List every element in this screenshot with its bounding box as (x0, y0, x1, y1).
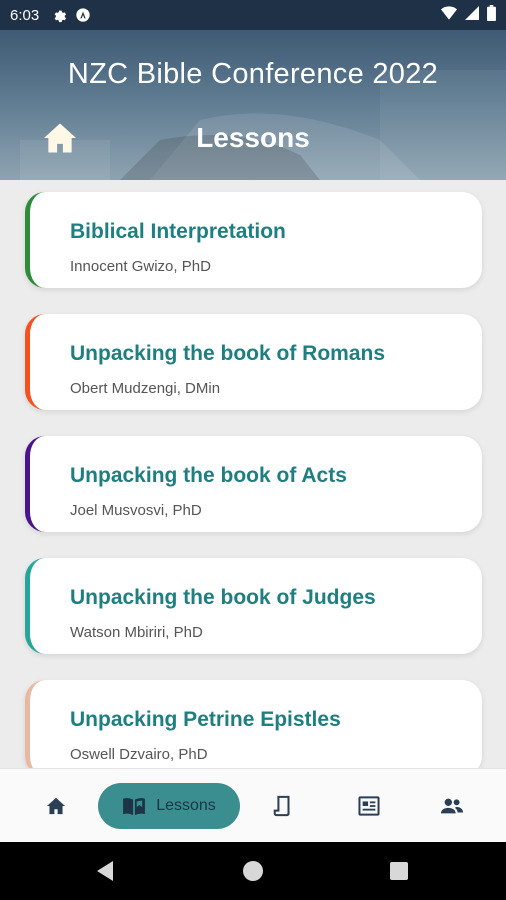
lesson-card[interactable]: Unpacking the book of Romans Obert Mudze… (25, 314, 482, 410)
lesson-author: Obert Mudzengi, DMin (70, 380, 221, 397)
nav-scroll[interactable] (268, 783, 298, 829)
recents-button[interactable] (386, 858, 412, 884)
bottom-navigation: Lessons (0, 768, 506, 842)
system-navigation-bar (0, 842, 506, 900)
status-bar: 6:03 (0, 0, 506, 30)
scroll-icon (273, 795, 290, 817)
app-title: NZC Bible Conference 2022 (67, 58, 439, 90)
gear-icon (51, 7, 67, 23)
lesson-title: Biblical Interpretation (70, 220, 286, 243)
lesson-title: Unpacking the book of Romans (70, 342, 386, 365)
lesson-title: Unpacking the book of Judges (70, 586, 376, 609)
lesson-title: Unpacking Petrine Epistles (70, 708, 341, 731)
square-recents-icon (390, 862, 408, 880)
lesson-card[interactable]: Biblical Interpretation Innocent Gwizo, … (25, 192, 482, 288)
lesson-author: Oswell Dzvairo, PhD (70, 746, 208, 763)
newspaper-icon (358, 796, 380, 816)
lesson-list[interactable]: Biblical Interpretation Innocent Gwizo, … (0, 180, 506, 768)
wifi-icon (441, 6, 457, 24)
home-system-button[interactable] (240, 858, 266, 884)
lesson-card[interactable]: Unpacking Petrine Epistles Oswell Dzvair… (25, 680, 482, 768)
nav-lessons-label: Lessons (156, 797, 216, 814)
people-icon (440, 798, 464, 814)
nav-home[interactable] (36, 783, 76, 829)
lesson-card[interactable]: Unpacking the book of Acts Joel Musvosvi… (25, 436, 482, 532)
battery-icon (487, 5, 496, 25)
lesson-author: Joel Musvosvi, PhD (70, 502, 202, 519)
app-notification-icon (75, 7, 91, 23)
nav-news[interactable] (354, 783, 384, 829)
back-icon (97, 861, 113, 881)
back-button[interactable] (92, 858, 118, 884)
nav-lessons[interactable]: Lessons (98, 783, 240, 829)
status-time: 6:03 (10, 6, 40, 24)
circle-home-icon (243, 861, 263, 881)
lesson-author: Innocent Gwizo, PhD (70, 258, 211, 275)
lesson-title: Unpacking the book of Acts (70, 464, 347, 487)
lesson-card[interactable]: Unpacking the book of Judges Watson Mbir… (25, 558, 482, 654)
book-icon (123, 798, 146, 816)
page-title: Lessons (196, 122, 310, 153)
home-icon (47, 797, 65, 815)
app-header: NZC Bible Conference 2022 Lessons (0, 30, 506, 180)
nav-people[interactable] (436, 783, 468, 829)
lesson-author: Watson Mbiriri, PhD (70, 624, 203, 641)
signal-icon (465, 6, 479, 24)
